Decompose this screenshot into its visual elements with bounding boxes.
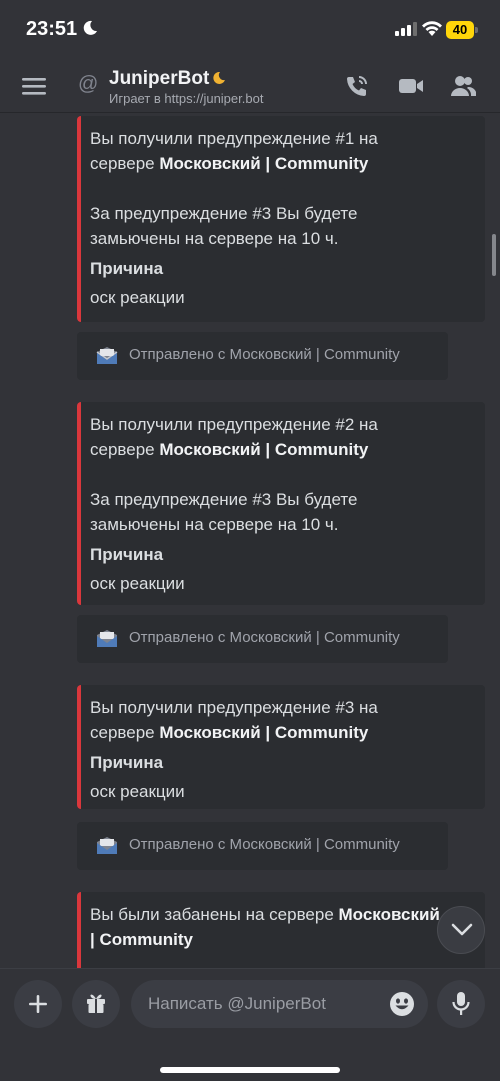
video-camera-icon[interactable] [398,74,424,98]
server-name: | Community [90,930,193,949]
warning-embed-3: Вы получили предупреждение #3 на сервере… [77,685,485,809]
members-icon[interactable] [450,74,476,98]
embed-text: Вы получили предупреждение #3 на [90,698,378,717]
embed-note: За предупреждение #3 Вы будете [90,204,358,223]
chevron-down-icon [451,923,473,936]
embed-text-line2: сервере Московский | Community [90,720,473,745]
message-input[interactable]: Написать @JuniperBot [131,980,428,1028]
envelope-icon [97,837,117,854]
status-bar: 23:51 40 [0,0,500,60]
embed-note: замьючены на сервере на 10 ч. [90,515,339,534]
bot-activity: Играет в https://juniper.bot [109,91,264,106]
sent-from-text: Отправлено с Московский | Community [129,629,400,646]
envelope-icon [97,630,117,647]
moon-icon [83,20,97,35]
server-name: Московский | Community [159,440,369,459]
field-name: Причина [90,753,164,772]
message-input-placeholder: Написать @JuniperBot [148,994,326,1013]
embed-text: Вы получили предупреждение #2 на [90,415,378,434]
server-name: Московский | Community [159,723,369,742]
ban-embed: Вы были забанены на сервере Московский |… [77,892,485,968]
embed-text: сервере [90,440,160,459]
phone-call-icon[interactable] [344,74,370,98]
battery-level: 40 [446,21,474,39]
embed-text: сервере [90,723,160,742]
field-value: оск реакции [90,288,185,307]
battery-cap [475,27,478,33]
idle-status-icon [213,72,225,84]
sent-from-box: Отправлено с Московский | Community [77,822,448,870]
embed-text-line1: Вы были забанены на сервере Московский [90,902,473,927]
channel-header: @ JuniperBot Играет в https://juniper.bo… [0,60,500,113]
warning-embed-2: Вы получили предупреждение #2 на сервере… [77,402,485,605]
home-indicator[interactable] [160,1067,340,1073]
embed-gap [90,462,473,487]
scrollbar[interactable] [492,234,496,276]
embed-note: замьючены на сервере на 10 ч. [90,229,339,248]
battery-indicator: 40 [446,21,478,39]
scroll-to-bottom-button[interactable] [437,906,485,954]
field-value: оск реакции [90,782,185,801]
gift-icon [87,994,105,1013]
wifi-icon [422,21,442,36]
embed-text: сервере [90,154,160,173]
embed-text-line2: сервере Московский | Community [90,151,473,176]
microphone-icon [452,992,470,1015]
envelope-icon [96,347,118,364]
message-composer: Написать @JuniperBot [0,968,500,1081]
embed-text-line2: сервере Московский | Community [90,437,473,462]
embed-text: Вы получили предупреждение #1 на [90,129,378,148]
emoji-icon[interactable] [389,991,415,1017]
embed-note: За предупреждение #3 Вы будете [90,490,358,509]
sent-from-box: Отправлено с Московский | Community [77,332,448,380]
embed-text-line2: | Community [90,927,473,952]
status-time: 23:51 [26,18,78,40]
plus-icon [29,995,47,1013]
message-list[interactable]: Вы получили предупреждение #1 на сервере… [0,113,500,968]
gift-button[interactable] [72,980,120,1028]
voice-message-button[interactable] [437,980,485,1028]
field-value: оск реакции [90,574,185,593]
hamburger-icon[interactable] [22,76,46,96]
bot-name[interactable]: JuniperBot [109,68,209,90]
cellular-signal-icon [395,22,417,36]
field-name: Причина [90,259,164,278]
server-name: Московский | Community [159,154,369,173]
sent-from-text: Отправлено с Московский | Community [129,346,400,363]
field-name: Причина [90,545,164,564]
sent-from-box: Отправлено с Московский | Community [77,615,448,663]
at-icon: @ [78,73,99,95]
embed-gap [90,176,473,201]
sent-from-text: Отправлено с Московский | Community [129,836,400,853]
server-name: Московский [338,905,440,924]
warning-embed-1: Вы получили предупреждение #1 на сервере… [77,116,485,322]
add-attachment-button[interactable] [14,980,62,1028]
embed-text: Вы были забанены на сервере [90,905,339,924]
